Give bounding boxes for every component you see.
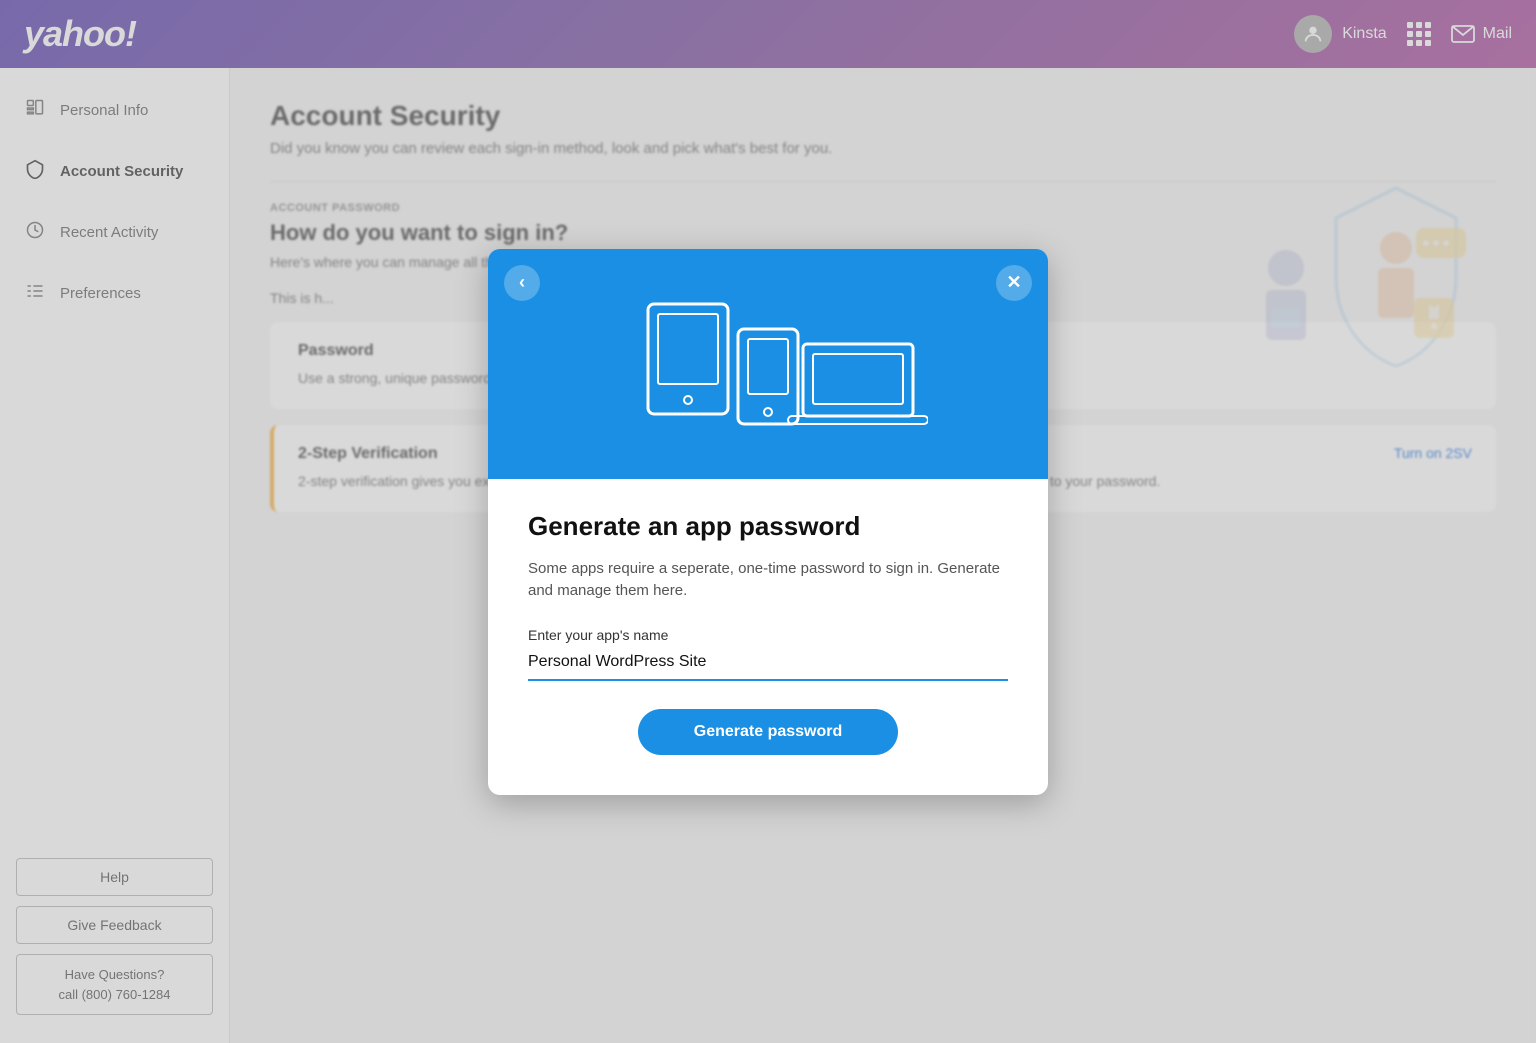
modal-body: Generate an app password Some apps requi…	[488, 479, 1048, 795]
back-chevron-icon: ‹	[519, 272, 525, 293]
modal-overlay: ‹ ✕ Generate an app p	[0, 0, 1536, 1043]
modal-close-button[interactable]: ✕	[996, 265, 1032, 301]
app-name-label: Enter your app's name	[528, 627, 668, 643]
modal-header: ‹ ✕	[488, 249, 1048, 479]
close-icon: ✕	[1006, 272, 1021, 293]
modal-back-button[interactable]: ‹	[504, 265, 540, 301]
app-name-input[interactable]	[528, 645, 1008, 681]
generate-password-button[interactable]: Generate password	[638, 709, 898, 755]
modal-title: Generate an app password	[528, 511, 1008, 542]
modal-description: Some apps require a seperate, one-time p…	[528, 558, 1008, 603]
app-password-modal: ‹ ✕ Generate an app p	[488, 249, 1048, 795]
devices-illustration	[608, 274, 928, 454]
